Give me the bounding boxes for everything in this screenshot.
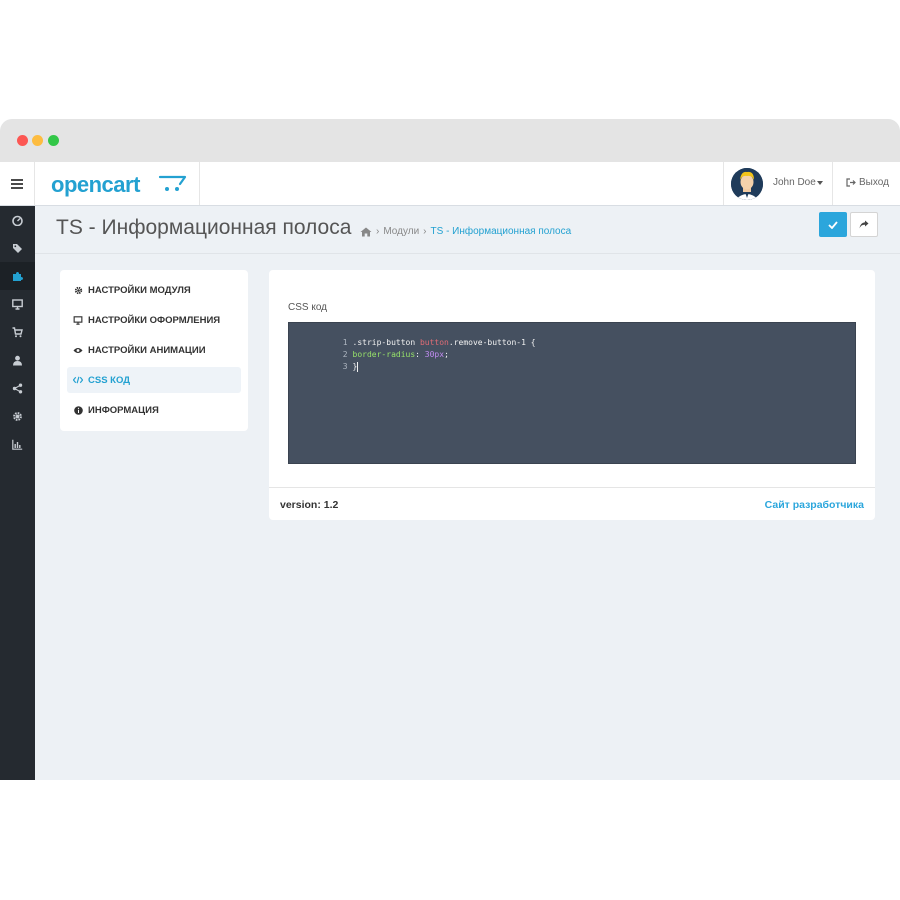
top-header: opencart John Doe Выход: [0, 162, 900, 206]
share-icon: [12, 383, 23, 393]
page-title: TS - Информационная полоса: [56, 216, 352, 239]
code-line: 2 border-radius: 30px;: [289, 337, 449, 359]
panel-footer: version: 1.2 Сайт разработчика: [269, 487, 875, 520]
user-menu[interactable]: John Doe: [723, 162, 833, 205]
save-button[interactable]: [819, 212, 847, 237]
code-selector-rest: .remove-button-1 {: [448, 338, 536, 347]
nav-item-label: CSS КОД: [88, 374, 131, 386]
avatar: [731, 168, 763, 200]
sidebar-item-extensions[interactable]: [0, 262, 35, 290]
text-cursor: [357, 361, 359, 372]
browser-window: opencart John Doe Выход TS - Информацион…: [0, 119, 900, 780]
sidebar-item-dashboard[interactable]: [0, 206, 35, 234]
code-property: border-radius: [352, 350, 416, 359]
cart-logo-icon: [158, 175, 187, 191]
nav-item-label: НАСТРОЙКИ АНИМАЦИИ: [88, 344, 206, 356]
logo-text: opencart: [51, 172, 140, 197]
logout-label: Выход: [859, 177, 889, 188]
desktop-icon: [12, 298, 23, 310]
breadcrumb-current[interactable]: TS - Информационная полоса: [431, 226, 572, 237]
eye-icon: [73, 347, 83, 354]
nav-item-label: ИНФОРМАЦИЯ: [88, 404, 159, 416]
user-avatar-icon: [731, 168, 763, 200]
sidebar-item-customers[interactable]: [0, 346, 35, 374]
puzzle-icon: [13, 271, 23, 281]
user-name: John Doe: [773, 177, 816, 188]
version-text: version: 1.2: [280, 499, 339, 511]
code-line: 3}: [289, 349, 359, 372]
css-code-editor[interactable]: 1 .strip-button button.remove-button-1 { …: [288, 322, 856, 464]
code-semicolon: ;: [444, 350, 449, 359]
tag-icon: [13, 243, 22, 253]
sidebar-item-design[interactable]: [0, 290, 35, 318]
chart-icon: [12, 439, 23, 450]
gear-icon: [73, 286, 83, 295]
code-value: 30px: [424, 350, 445, 359]
nav-item-css-code[interactable]: CSS КОД: [67, 367, 241, 393]
menu-toggle-button[interactable]: [0, 162, 35, 205]
desktop-icon: [73, 315, 83, 325]
nav-item-module-settings[interactable]: НАСТРОЙКИ МОДУЛЯ: [67, 277, 241, 303]
nav-item-label: НАСТРОЙКИ МОДУЛЯ: [88, 284, 191, 296]
hamburger-icon: [11, 182, 23, 185]
developer-site-link[interactable]: Сайт разработчика: [765, 499, 864, 511]
sidebar-item-sales[interactable]: [0, 318, 35, 346]
home-icon[interactable]: [360, 227, 372, 237]
info-icon: [73, 405, 83, 415]
caret-down-icon: [817, 181, 823, 185]
sidebar-item-system[interactable]: [0, 402, 35, 430]
css-code-panel: CSS код 1 .strip-button button.remove-but…: [269, 270, 875, 520]
window-titlebar: [0, 119, 900, 162]
sidebar-item-marketing[interactable]: [0, 374, 35, 402]
reply-icon: [859, 220, 869, 229]
sign-out-icon: [846, 178, 856, 187]
logo[interactable]: opencart: [35, 162, 200, 205]
sidebar-item-catalog[interactable]: [0, 234, 35, 262]
sidebar-item-reports[interactable]: [0, 430, 35, 458]
logout-button[interactable]: Выход: [846, 177, 889, 188]
breadcrumb-separator: ›: [423, 226, 427, 237]
nav-item-label: НАСТРОЙКИ ОФОРМЛЕНИЯ: [88, 314, 221, 326]
check-icon: [828, 220, 838, 229]
breadcrumb: › Модули › TS - Информационная полоса: [360, 226, 571, 237]
line-number: 3: [342, 362, 348, 371]
nav-item-design-settings[interactable]: НАСТРОЙКИ ОФОРМЛЕНИЯ: [67, 307, 241, 333]
page-header: TS - Информационная полоса › Модули › TS…: [35, 206, 900, 254]
back-button[interactable]: [850, 212, 878, 237]
nav-item-animation-settings[interactable]: НАСТРОЙКИ АНИМАЦИИ: [67, 337, 241, 363]
breadcrumb-modules[interactable]: Модули: [383, 226, 419, 237]
dashboard-icon: [12, 215, 23, 226]
gear-icon: [13, 411, 22, 421]
code-line: 1 .strip-button button.remove-button-1 {: [289, 325, 536, 347]
code-icon: [73, 376, 83, 384]
breadcrumb-separator: ›: [376, 226, 380, 237]
user-icon: [13, 355, 22, 365]
maximize-window-button[interactable]: [48, 135, 59, 146]
minimize-window-button[interactable]: [32, 135, 43, 146]
left-sidebar: [0, 206, 35, 780]
cart-icon: [12, 326, 23, 337]
close-window-button[interactable]: [17, 135, 28, 146]
css-code-label: CSS код: [288, 302, 328, 313]
settings-nav: НАСТРОЙКИ МОДУЛЯ НАСТРОЙКИ ОФОРМЛЕНИЯ НА…: [60, 270, 248, 431]
nav-item-information[interactable]: ИНФОРМАЦИЯ: [67, 397, 241, 423]
code-colon: :: [415, 350, 425, 359]
